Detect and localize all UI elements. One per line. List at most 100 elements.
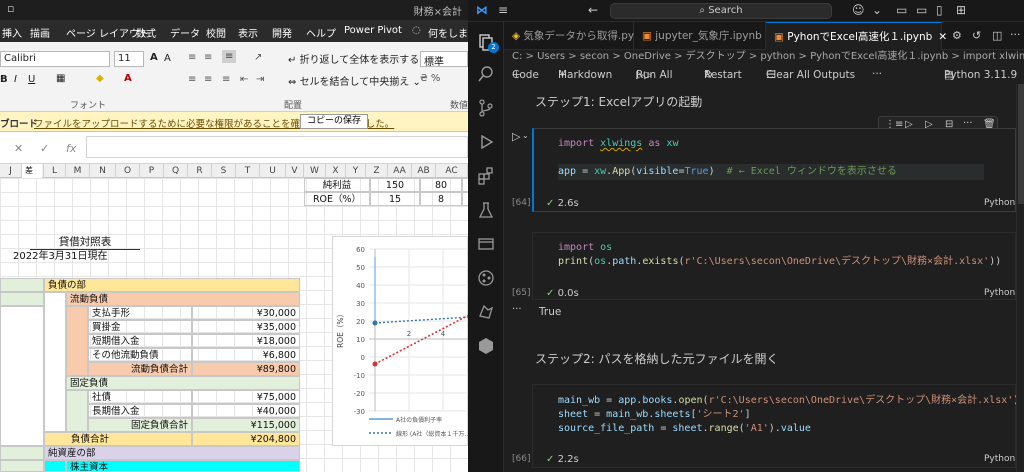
layout-custom-icon[interactable]: ⊞ (956, 3, 966, 17)
col-header[interactable]: U (260, 164, 286, 178)
italic-button[interactable]: I (14, 74, 17, 85)
close-tab-icon[interactable]: ✕ (938, 31, 947, 43)
net-income-v2[interactable]: 80 (420, 178, 462, 192)
align-center-icon[interactable]: ≡ (204, 74, 212, 85)
font-name-select[interactable]: Calibri (0, 51, 110, 67)
net-income-label[interactable]: 純利益 (304, 178, 370, 192)
align-left-icon[interactable]: ≡ (188, 74, 196, 85)
col-header[interactable]: AC (436, 164, 468, 178)
testing-icon[interactable] (476, 200, 496, 220)
col-header[interactable]: N (90, 164, 116, 178)
orientation-icon[interactable]: ↗ (254, 52, 262, 63)
increase-indent-icon[interactable]: ⇥ (256, 74, 264, 85)
code-line[interactable]: source_file_path = sheet.range('A1').val… (558, 421, 811, 437)
align-right-icon[interactable]: ≡ (222, 74, 230, 85)
asset-cell[interactable] (0, 292, 44, 306)
data-point[interactable] (372, 361, 378, 367)
data-point[interactable] (372, 320, 378, 326)
col-header[interactable]: P (140, 164, 164, 178)
indent-cell[interactable] (66, 390, 88, 432)
col-header[interactable]: AB (412, 164, 436, 178)
run-cell-icon[interactable]: ▷ (512, 130, 520, 143)
item-value[interactable]: ¥18,000 (192, 334, 300, 348)
col-header[interactable]: T (236, 164, 260, 178)
run-cell-dropdown-icon[interactable]: ⌄ (522, 131, 529, 140)
code-line[interactable]: print(os.path.exists(r'C:\Users\secon\On… (558, 254, 1001, 270)
item-value[interactable]: ¥6,800 (192, 348, 300, 362)
roe-v2[interactable]: 8 (420, 192, 462, 206)
copilot-icon[interactable]: ☺ (852, 3, 865, 17)
formula-input[interactable] (86, 136, 468, 158)
number-format-select[interactable]: 標準 (420, 51, 468, 67)
fill-color-icon[interactable]: ◆ (96, 73, 104, 84)
cancel-icon[interactable]: ✕ (14, 142, 23, 155)
fixed-total-value[interactable]: ¥115,000 (192, 418, 300, 432)
indent-cell[interactable] (44, 292, 66, 432)
tab-weather-py[interactable]: ◈ 気象データから取得.py (504, 22, 634, 50)
back-icon[interactable]: ← (588, 3, 598, 17)
fixed-item-value[interactable]: ¥75,000 (192, 390, 300, 404)
source-control-icon[interactable] (476, 98, 496, 118)
roe-chart[interactable]: 60 50 40 30 20 10 0 -10 -20 -30 2 4 ROE（… (332, 236, 468, 446)
item-label[interactable]: 支払手形 (88, 306, 192, 320)
col-header[interactable]: R (188, 164, 212, 178)
col-header[interactable]: J (0, 164, 22, 178)
fixed-item-value[interactable]: ¥40,000 (192, 404, 300, 418)
code-line[interactable]: import xlwings as xw (558, 136, 678, 152)
fixed-item-label[interactable]: 社債 (88, 390, 192, 404)
lightbulb-icon[interactable]: ◌ (412, 25, 421, 36)
decrease-indent-icon[interactable]: ⇤ (240, 74, 248, 85)
tab-view[interactable]: 表示 (238, 25, 258, 40)
merge-center-button[interactable]: ⇔ セルを結合して中央揃え ⌄ (288, 73, 421, 88)
item-label[interactable]: その他流動負債 (88, 348, 192, 362)
col-header[interactable]: S (212, 164, 236, 178)
cell-language[interactable]: Python (984, 454, 1015, 464)
balance-sheet-title[interactable]: 貸借対照表 (30, 236, 140, 250)
tab-excel-notebook[interactable]: ▣ PyhonでExcel高速化１.ipynb ✕ (766, 22, 947, 50)
enter-icon[interactable]: ✓ (40, 142, 49, 155)
more-actions-icon[interactable]: ··· (1010, 28, 1021, 41)
net-income-v1[interactable]: 150 (370, 178, 420, 192)
search-view-icon[interactable] (476, 64, 496, 84)
tab-jupyter-weather[interactable]: ▣ jupyter_気象庁.ipynb (634, 22, 766, 50)
scrollbar-thumb[interactable] (1018, 84, 1024, 204)
settings-gear-icon[interactable]: ⚙ (952, 29, 962, 42)
breadcrumb[interactable]: C: > Users > secon > OneDrive > デスクトップ >… (504, 50, 1024, 64)
more-toolbar-icon[interactable]: ··· (872, 65, 882, 83)
currency-icon[interactable]: ₴ % (420, 73, 440, 84)
run-debug-icon[interactable] (476, 132, 496, 152)
save-copy-button[interactable]: コピーの保存 (300, 114, 368, 129)
tab-insert[interactable]: 挿入 (2, 25, 22, 40)
tab-data[interactable]: データ (170, 25, 200, 40)
item-value[interactable]: ¥35,000 (192, 320, 300, 334)
item-label[interactable]: 短期借入金 (88, 334, 192, 348)
col-header[interactable]: Q (164, 164, 188, 178)
command-center-search[interactable]: ⌕ Search (610, 3, 832, 19)
extensions-icon[interactable] (476, 166, 496, 186)
increase-font-icon[interactable]: A (150, 52, 158, 63)
roe-label[interactable]: ROE（%） (304, 192, 370, 206)
col-header[interactable]: W (304, 164, 326, 178)
git-graph-icon[interactable] (476, 268, 496, 288)
tell-me-search[interactable]: 何をしますか (428, 25, 468, 40)
fixed-item-label[interactable]: 長期借入金 (88, 404, 192, 418)
remote-explorer-icon[interactable] (476, 234, 496, 254)
insert-function-icon[interactable]: fx (66, 142, 76, 155)
layout-panel-icon[interactable]: ▭ (916, 3, 927, 17)
tab-power-pivot[interactable]: Power Pivot (344, 25, 402, 36)
equity-header[interactable]: 純資産の部 (44, 446, 300, 460)
align-top-icon[interactable]: ≡ (188, 52, 196, 63)
asset-cell[interactable] (0, 460, 44, 472)
align-bottom-icon[interactable]: ≡ (222, 50, 237, 63)
menu-icon[interactable]: ≡ (498, 3, 508, 17)
balance-sheet-date[interactable]: 2022年3月31日現在 (10, 250, 130, 264)
font-size-select[interactable]: 11 (114, 51, 144, 67)
markdown-step1[interactable]: ステップ1: Excelアプリの起動 (535, 93, 702, 110)
fixed-total-label[interactable]: 固定負債合計 (88, 418, 192, 432)
editor-scrollbar[interactable] (1016, 84, 1024, 472)
current-total-value[interactable]: ¥89,800 (192, 362, 300, 376)
roe-v1[interactable]: 15 (370, 192, 420, 206)
asset-cell[interactable] (0, 278, 44, 292)
col-header[interactable]: M (66, 164, 90, 178)
item-value[interactable]: ¥30,000 (192, 306, 300, 320)
